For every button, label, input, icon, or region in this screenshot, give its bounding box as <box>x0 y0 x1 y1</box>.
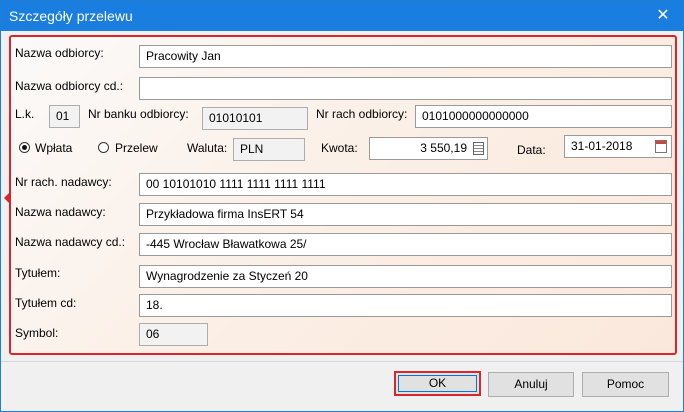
recipient-name-cont-input[interactable] <box>139 77 672 100</box>
sender-name-label: Nazwa nadawcy: <box>15 205 106 219</box>
lk-label: L.k. <box>15 107 35 121</box>
form-panel: Nazwa odbiorcy: Pracowity Jan Nazwa odbi… <box>4 35 677 355</box>
sender-name-cont-input[interactable]: -445 Wrocław Bławatkowa 25/ <box>139 233 672 256</box>
title-label: Tytułem: <box>15 266 61 280</box>
calculator-icon[interactable] <box>473 142 484 155</box>
transfer-details-dialog: Szczegóły przelewu ✕ Nazwa odbiorcy: Pra… <box>0 0 684 412</box>
currency-label: Waluta: <box>187 141 228 155</box>
close-icon: ✕ <box>656 7 670 24</box>
recipient-name-input[interactable]: Pracowity Jan <box>139 45 672 68</box>
amount-value: 3 550,19 <box>420 141 467 155</box>
account-number-input[interactable]: 0101000000000000 <box>415 105 672 128</box>
symbol-input[interactable]: 06 <box>139 323 208 346</box>
help-button[interactable]: Pomoc <box>582 372 669 397</box>
cancel-button[interactable]: Anuluj <box>488 372 574 397</box>
date-input[interactable]: 31-01-2018 <box>564 135 672 158</box>
window-title: Szczegóły przelewu <box>9 8 133 24</box>
close-button[interactable]: ✕ <box>643 1 683 31</box>
title-cont-input[interactable]: 18. <box>139 294 672 317</box>
ok-button[interactable]: OK <box>394 371 481 396</box>
panel-notch <box>4 193 9 203</box>
calendar-icon[interactable] <box>655 140 667 153</box>
amount-label: Kwota: <box>321 141 358 155</box>
cancel-button-label: Anuluj <box>514 377 548 391</box>
radio-przelew-label: Przelew <box>115 141 158 155</box>
sender-account-input[interactable]: 00 10101010 1111 1111 1111 1111 <box>139 173 672 196</box>
account-number-label: Nr rach odbiorcy: <box>316 107 408 121</box>
radio-przelew[interactable] <box>98 142 109 153</box>
date-label: Data: <box>517 143 546 157</box>
radio-wplata-label: Wpłata <box>35 141 73 155</box>
recipient-name-cont-label: Nazwa odbiorcy cd.: <box>15 79 124 93</box>
sender-name-input[interactable]: Przykładowa firma InsERT 54 <box>139 203 672 226</box>
bank-number-input[interactable]: 01010101 <box>202 107 308 130</box>
ok-focus-ring <box>398 375 477 392</box>
currency-input[interactable]: PLN <box>233 138 305 161</box>
footer-divider <box>1 361 683 362</box>
lk-input[interactable]: 01 <box>49 105 80 128</box>
recipient-name-label: Nazwa odbiorcy: <box>15 46 104 60</box>
date-value: 31-01-2018 <box>571 139 633 153</box>
sender-name-cont-label: Nazwa nadawcy cd.: <box>15 235 126 249</box>
sender-account-label: Nr rach. nadawcy: <box>15 175 112 189</box>
title-input[interactable]: Wynagrodzenie za Styczeń 20 <box>139 265 672 288</box>
bank-number-label: Nr banku odbiorcy: <box>88 107 189 121</box>
amount-input[interactable]: 3 550,19 <box>369 137 488 160</box>
symbol-label: Symbol: <box>15 326 59 340</box>
title-bar: Szczegóły przelewu ✕ <box>1 1 683 31</box>
title-cont-label: Tytułem cd: <box>15 296 77 310</box>
radio-wplata[interactable] <box>19 142 30 153</box>
help-button-label: Pomoc <box>606 377 645 391</box>
